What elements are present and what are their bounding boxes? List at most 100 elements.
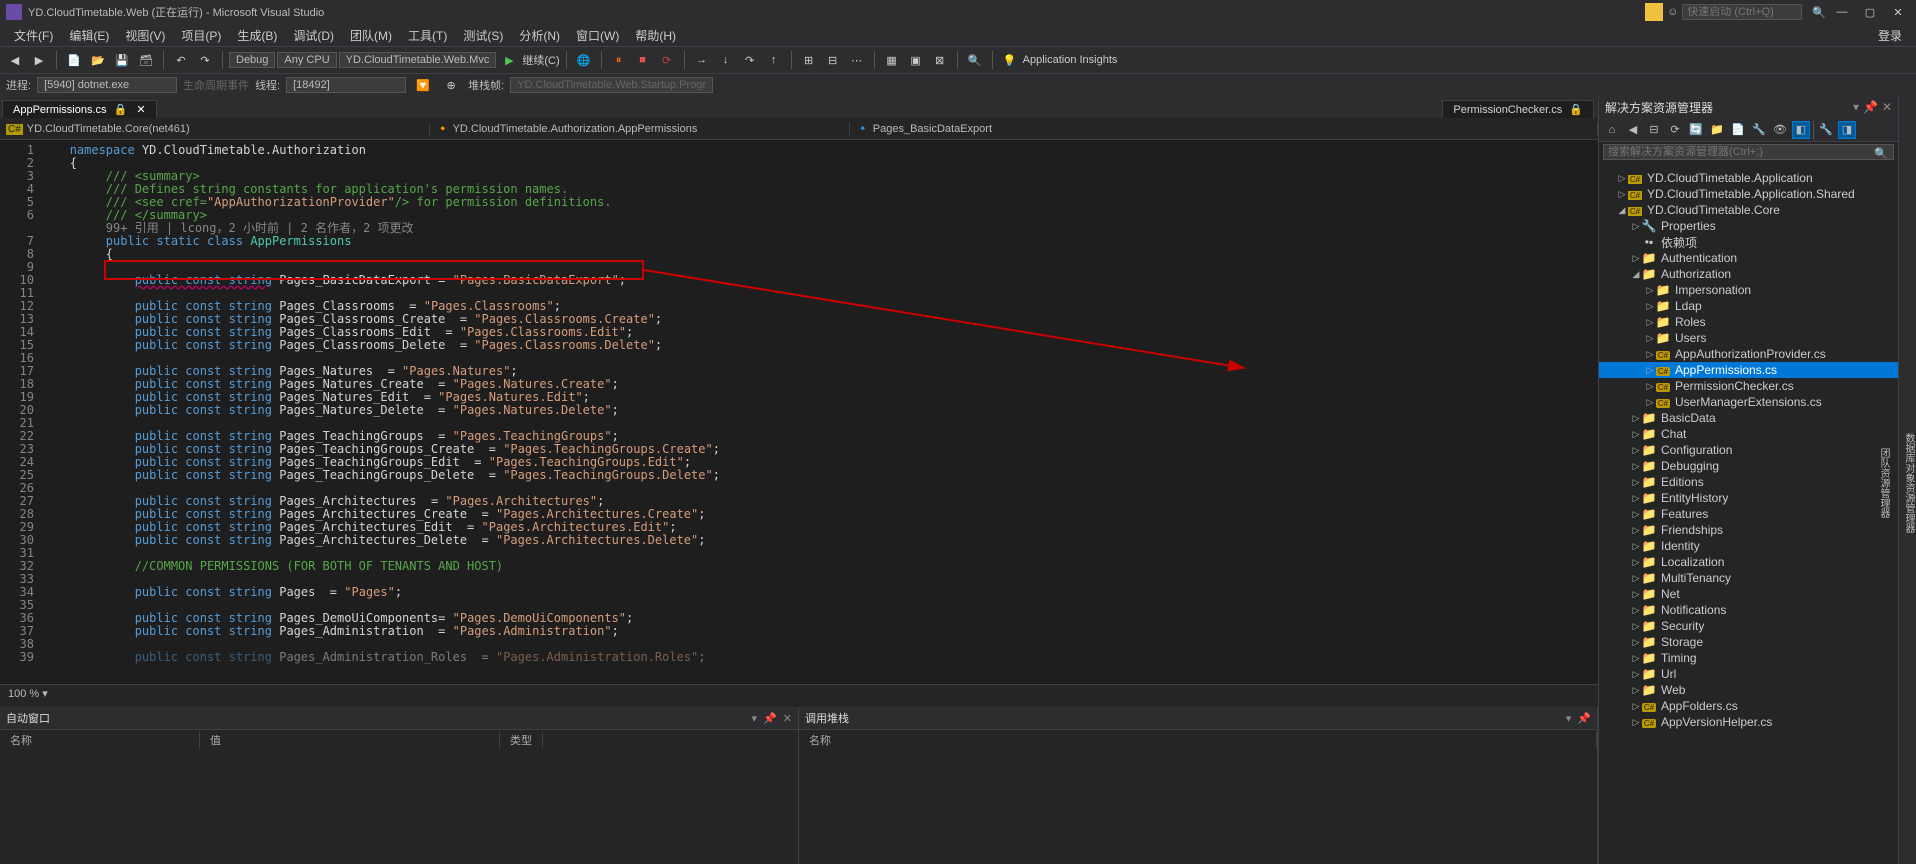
thread-icon[interactable]: 🔽: [412, 74, 434, 96]
tree-item[interactable]: ◢C#YD.CloudTimetable.Core: [1599, 202, 1898, 218]
undo-icon[interactable]: ↶: [170, 49, 192, 71]
pin-icon[interactable]: 📌: [763, 712, 777, 725]
tree-item[interactable]: ▷📁Storage: [1599, 634, 1898, 650]
refresh-icon[interactable]: 🔄: [1687, 121, 1705, 139]
solution-search[interactable]: 🔍: [1603, 144, 1894, 166]
step-out-icon[interactable]: ↑: [763, 49, 785, 71]
close-button[interactable]: ✕: [1886, 6, 1910, 19]
tree-item[interactable]: ▷📁Security: [1599, 618, 1898, 634]
tb-grid-icon[interactable]: ▦: [881, 49, 903, 71]
search-icon[interactable]: 🔍: [1812, 6, 1826, 19]
tree-item[interactable]: ▷📁Chat: [1599, 426, 1898, 442]
menu-item[interactable]: 分析(N): [511, 25, 568, 46]
rail-tab[interactable]: 团队资源管理器: [1876, 448, 1891, 518]
tree-item[interactable]: ▷📁Users: [1599, 330, 1898, 346]
tree-item[interactable]: ▷C#AppAuthorizationProvider.cs: [1599, 346, 1898, 362]
menu-item[interactable]: 文件(F): [6, 25, 61, 46]
tree-item[interactable]: ▷📁MultiTenancy: [1599, 570, 1898, 586]
saveall-icon[interactable]: 🗃: [135, 49, 157, 71]
redo-icon[interactable]: ↷: [194, 49, 216, 71]
step-over-icon[interactable]: ↷: [739, 49, 761, 71]
stackframe-combo[interactable]: YD.CloudTimetable.Web.Startup.Progr: [510, 77, 713, 93]
tree-item[interactable]: ▷C#UserManagerExtensions.cs: [1599, 394, 1898, 410]
properties-icon[interactable]: 🔧: [1750, 121, 1768, 139]
tab-preview[interactable]: PermissionChecker.cs 🔒: [1442, 100, 1594, 118]
tree-item[interactable]: ◢📁Authorization: [1599, 266, 1898, 282]
tree-item[interactable]: ▷📁Impersonation: [1599, 282, 1898, 298]
menu-item[interactable]: 视图(V): [117, 25, 173, 46]
process-combo[interactable]: [5940] dotnet.exe: [37, 77, 177, 93]
rail-tab[interactable]: 数据库对象资源管理器: [1901, 433, 1916, 533]
tree-item[interactable]: •▪依赖项: [1599, 234, 1898, 250]
tree-item[interactable]: ▷📁Web: [1599, 682, 1898, 698]
insights-label[interactable]: Application Insights: [1023, 54, 1118, 66]
tree-item[interactable]: ▷📁Friendships: [1599, 522, 1898, 538]
tree-item[interactable]: ▷C#AppFolders.cs: [1599, 698, 1898, 714]
tree-item[interactable]: ▷📁Features: [1599, 506, 1898, 522]
config-combo[interactable]: Debug: [229, 52, 275, 68]
menu-item[interactable]: 团队(M): [342, 25, 400, 46]
tree-item[interactable]: ▷C#PermissionChecker.cs: [1599, 378, 1898, 394]
preview-icon[interactable]: 👁: [1771, 121, 1789, 139]
solution-search-input[interactable]: [1603, 144, 1894, 160]
tab-active[interactable]: AppPermissions.cs 🔒 ✕: [2, 100, 157, 118]
tree-item[interactable]: ▷🔧Properties: [1599, 218, 1898, 234]
col-type[interactable]: 类型: [500, 732, 543, 748]
context-class[interactable]: 🔸 YD.CloudTimetable.Authorization.AppPer…: [430, 122, 850, 135]
notification-icon[interactable]: [1645, 3, 1663, 21]
sync-icon[interactable]: ⟳: [1666, 121, 1684, 139]
callstack-pane-title[interactable]: 调用堆栈 ▾📌: [799, 707, 1597, 729]
login-button[interactable]: 登录: [1870, 25, 1910, 46]
search-icon[interactable]: 🔍: [1874, 147, 1888, 160]
maximize-button[interactable]: ▢: [1858, 6, 1882, 19]
insights-icon[interactable]: 💡: [999, 49, 1021, 71]
startup-combo[interactable]: YD.CloudTimetable.Web.Mvc: [339, 52, 497, 68]
autos-pane-title[interactable]: 自动窗口 ▾📌✕: [0, 707, 798, 729]
tree-item[interactable]: ▷📁Editions: [1599, 474, 1898, 490]
tree-item[interactable]: ▷📁Roles: [1599, 314, 1898, 330]
close-tab-icon[interactable]: ✕: [136, 104, 145, 116]
col-name[interactable]: 名称: [799, 732, 1597, 748]
step-next-icon[interactable]: →: [691, 49, 713, 71]
menu-item[interactable]: 帮助(H): [627, 25, 684, 46]
tree-item[interactable]: ▷📁Configuration: [1599, 442, 1898, 458]
showall2-icon[interactable]: 📄: [1729, 121, 1747, 139]
open-file-icon[interactable]: 📂: [87, 49, 109, 71]
col-value[interactable]: 值: [200, 732, 500, 748]
tree-item[interactable]: ▷📁EntityHistory: [1599, 490, 1898, 506]
tb-extra-1[interactable]: ⊞: [798, 49, 820, 71]
menu-item[interactable]: 项目(P): [173, 25, 229, 46]
menu-item[interactable]: 测试(S): [455, 25, 511, 46]
right-rail[interactable]: 数据库对象资源管理器团队资源管理器: [1898, 96, 1916, 864]
context-member[interactable]: 🔹 Pages_BasicDataExport: [850, 122, 1598, 135]
back-icon[interactable]: ◀: [1624, 121, 1642, 139]
menu-item[interactable]: 编辑(E): [61, 25, 117, 46]
thread-icon2[interactable]: ⊕: [440, 74, 462, 96]
pin-icon[interactable]: 📌: [1577, 712, 1591, 725]
stop-icon[interactable]: ■: [632, 49, 654, 71]
new-file-icon[interactable]: 📄: [63, 49, 85, 71]
showall-icon[interactable]: 📁: [1708, 121, 1726, 139]
save-icon[interactable]: 💾: [111, 49, 133, 71]
menu-item[interactable]: 工具(T): [400, 25, 455, 46]
tree-item[interactable]: ▷📁Ldap: [1599, 298, 1898, 314]
tree-item[interactable]: ▷📁Notifications: [1599, 602, 1898, 618]
tree-item[interactable]: ▷📁BasicData: [1599, 410, 1898, 426]
feedback-icon[interactable]: ☺: [1667, 6, 1678, 18]
solution-tree[interactable]: ▷C#YD.CloudTimetable.Application▷C#YD.Cl…: [1599, 168, 1898, 864]
toggle2-icon[interactable]: ◨: [1838, 121, 1856, 139]
tree-item[interactable]: ▷📁Net: [1599, 586, 1898, 602]
col-name[interactable]: 名称: [0, 732, 200, 748]
minimize-button[interactable]: —: [1830, 6, 1854, 18]
code-editor[interactable]: namespace YD.CloudTimetable.Authorizatio…: [40, 140, 1598, 684]
tree-item[interactable]: ▷📁Debugging: [1599, 458, 1898, 474]
tb-x-icon[interactable]: ⊠: [929, 49, 951, 71]
menu-item[interactable]: 生成(B): [229, 25, 285, 46]
close-icon[interactable]: ✕: [783, 712, 792, 725]
step-into-icon[interactable]: ↓: [715, 49, 737, 71]
dropdown-icon[interactable]: ▾: [752, 712, 758, 725]
tree-item[interactable]: ▷📁Identity: [1599, 538, 1898, 554]
pause-icon[interactable]: ⏸: [608, 49, 630, 71]
toggle1-icon[interactable]: ◧: [1792, 121, 1810, 139]
nav-back-icon[interactable]: ◀: [4, 49, 26, 71]
